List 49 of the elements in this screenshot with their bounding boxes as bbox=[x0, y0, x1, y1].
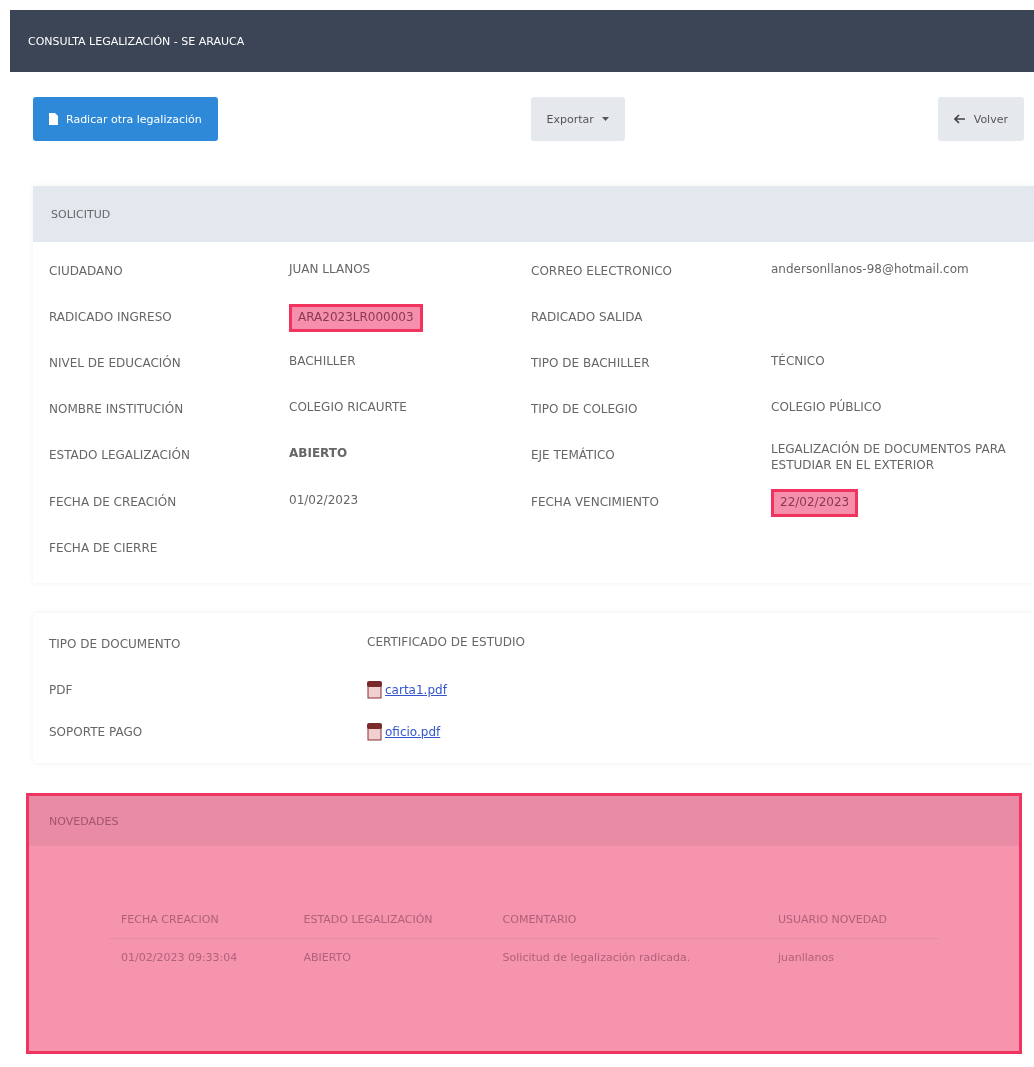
field-value: TÉCNICO bbox=[771, 354, 825, 370]
field-value: JUAN LLANOS bbox=[289, 262, 371, 278]
field-label: RADICADO INGRESO bbox=[49, 309, 173, 326]
field-label: TIPO DE BACHILLER bbox=[531, 355, 651, 372]
field-label: CORREO ELECTRONICO bbox=[531, 263, 674, 280]
highlighted-field-value: ARA2023LR000003 bbox=[289, 304, 423, 332]
field-value: BACHILLER bbox=[289, 354, 356, 370]
column-header: FECHA CREACION bbox=[109, 901, 292, 939]
pdf-file-icon bbox=[367, 723, 383, 742]
page-title: CONSULTA LEGALIZACIÓN - SE ARAUCA bbox=[10, 10, 1034, 72]
field-label: EJE TEMÁTICO bbox=[531, 446, 616, 464]
pdf-file-icon bbox=[367, 681, 383, 700]
back-button[interactable]: Volver bbox=[937, 97, 1024, 141]
field-value: LEGALIZACIÓN DE DOCUMENTOS PARA ESTUDIAR EN EL EXTERIOR bbox=[771, 442, 1006, 474]
field-label: NIVEL DE EDUCACIÓN bbox=[49, 354, 182, 372]
field-label: ESTADO LEGALIZACIÓN bbox=[49, 446, 191, 464]
table-cell: 01/02/2023 09:33:04 bbox=[109, 938, 292, 977]
new-legalization-button[interactable]: Radicar otra legalización bbox=[33, 97, 218, 141]
column-header: ESTADO LEGALIZACIÓN bbox=[291, 901, 491, 939]
table-cell: Solicitud de legalización radicada. bbox=[490, 938, 766, 977]
field-label: SOPORTE PAGO bbox=[49, 724, 144, 742]
table-cell: ABIERTO bbox=[291, 938, 491, 977]
field-value: CERTIFICADO DE ESTUDIO bbox=[367, 635, 525, 651]
table-cell: juanllanos bbox=[765, 938, 939, 977]
field-label: CIUDADANO bbox=[49, 263, 124, 280]
field-value: COLEGIO RICAURTE bbox=[289, 400, 407, 416]
arrow-left-icon bbox=[953, 114, 966, 124]
section-header: SOLICITUD bbox=[33, 186, 1034, 242]
field-label: TIPO DE COLEGIO bbox=[531, 401, 639, 418]
field-label: PDF bbox=[49, 682, 74, 700]
column-header: USUARIO NOVEDAD bbox=[765, 901, 939, 939]
section-header: NOVEDADES bbox=[29, 796, 1019, 847]
column-header: COMENTARIO bbox=[490, 901, 766, 939]
caret-icon bbox=[601, 117, 609, 121]
file-link[interactable]: oficio.pdf bbox=[385, 725, 441, 740]
export-dropdown[interactable]: Exportar bbox=[530, 97, 625, 141]
field-value: COLEGIO PÚBLICO bbox=[771, 400, 882, 416]
field-label: FECHA DE CREACIÓN bbox=[49, 493, 178, 512]
field-label: FECHA DE CIERRE bbox=[49, 540, 159, 558]
field-value: ABIERTO bbox=[289, 446, 348, 462]
document-icon bbox=[49, 113, 58, 125]
field-label: RADICADO SALIDA bbox=[531, 309, 644, 326]
field-label: TIPO DE DOCUMENTO bbox=[49, 636, 182, 654]
field-label: FECHA VENCIMIENTO bbox=[531, 494, 660, 512]
file-link[interactable]: carta1.pdf bbox=[385, 683, 447, 698]
field-label: NOMBRE INSTITUCIÓN bbox=[49, 400, 185, 418]
highlighted-field-value: 22/02/2023 bbox=[771, 489, 859, 517]
field-value: andersonllanos-98@hotmail.com bbox=[771, 262, 969, 278]
field-value: 01/02/2023 bbox=[289, 493, 359, 509]
